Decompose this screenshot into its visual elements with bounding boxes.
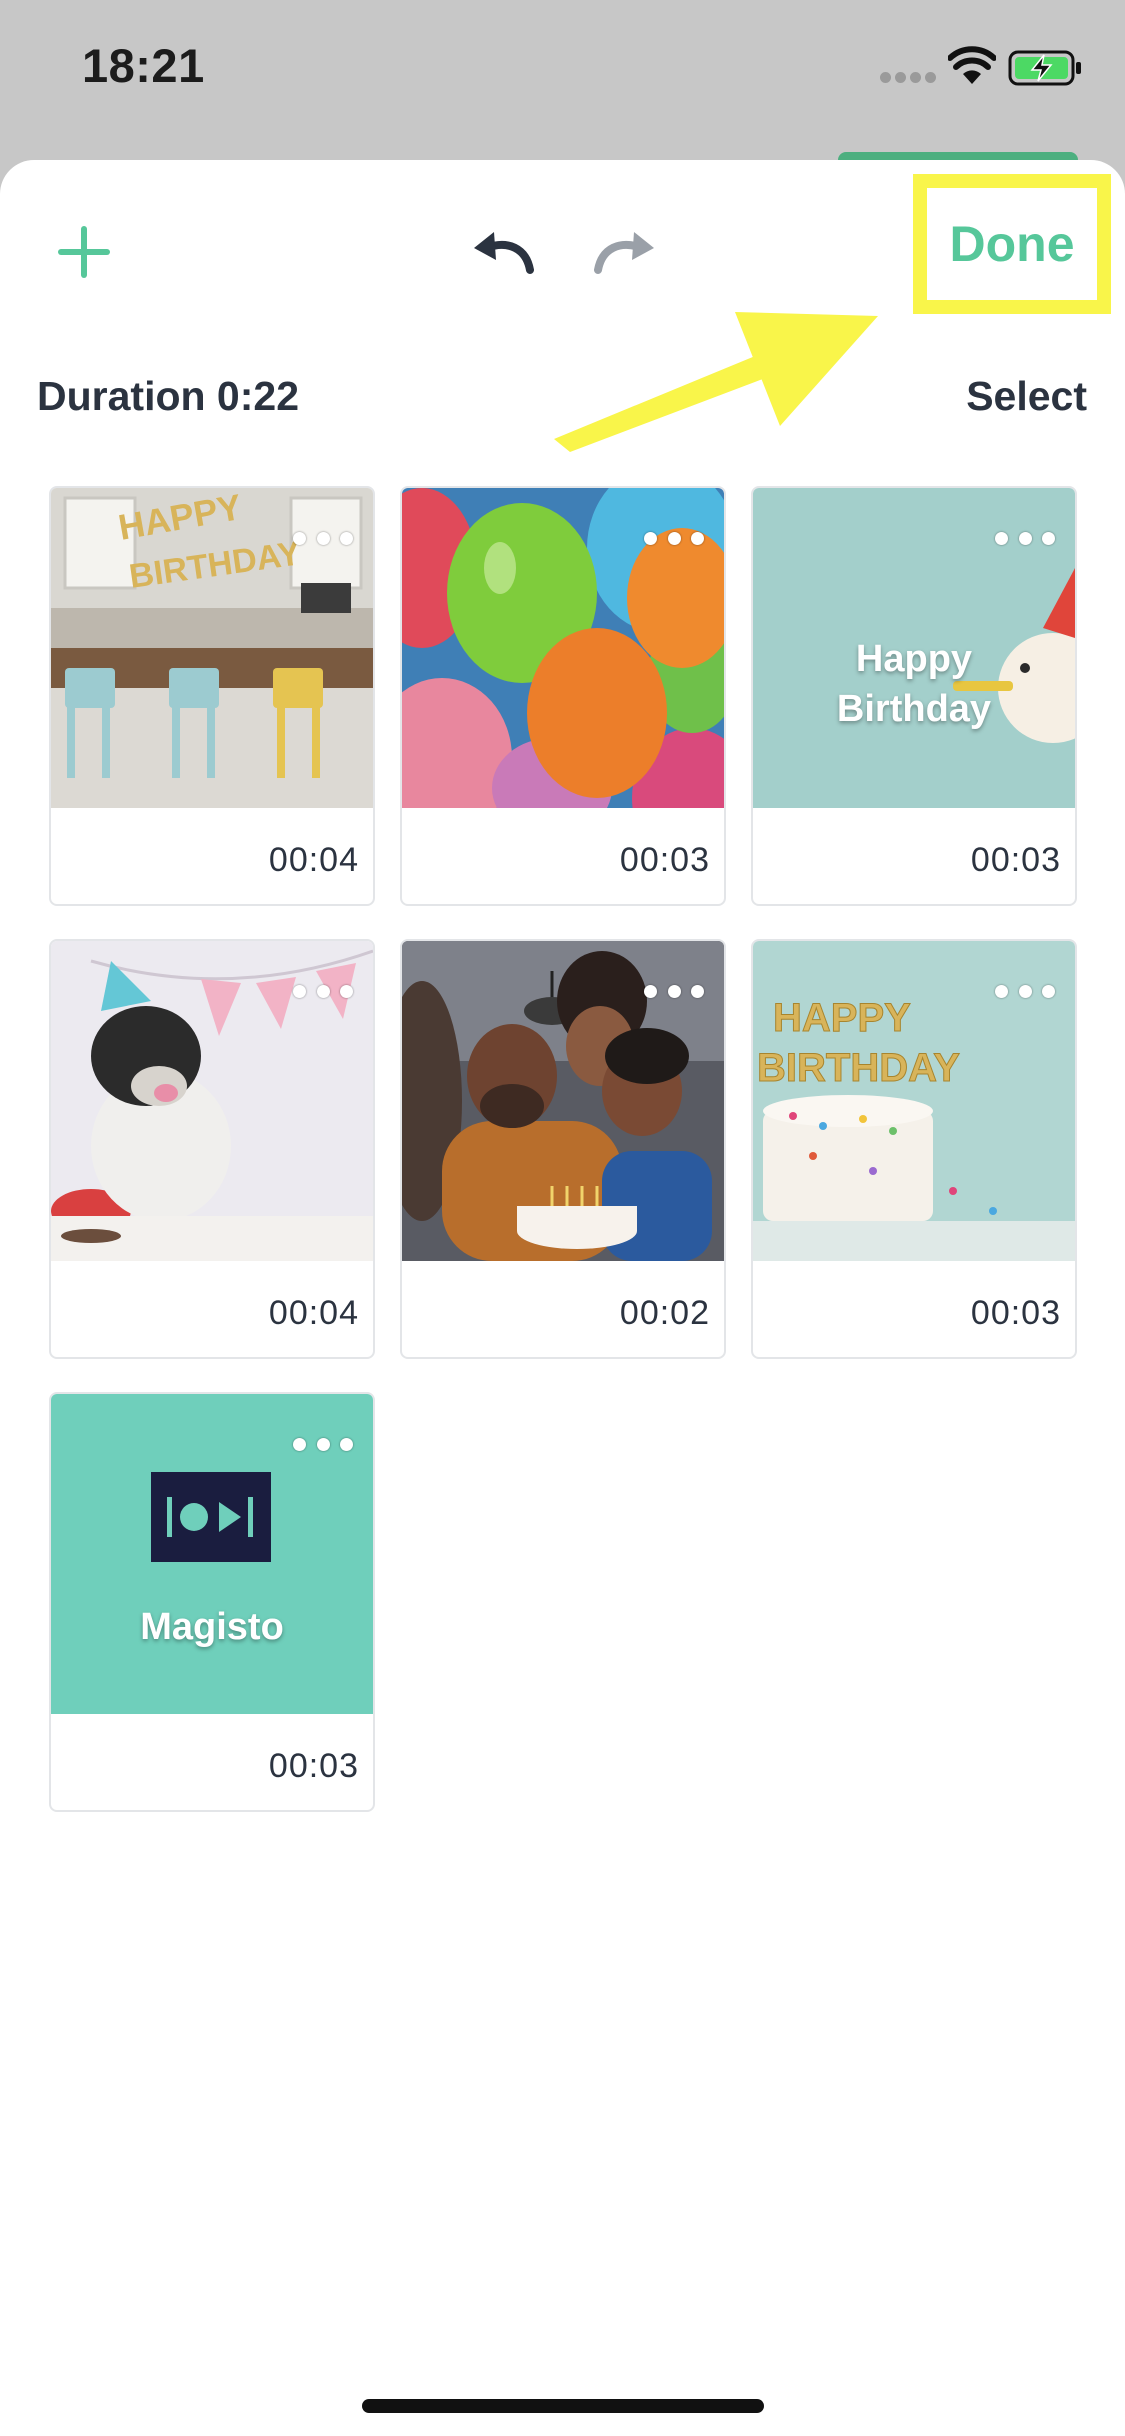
clip-card[interactable]: Happy Birthday 00:03 <box>751 486 1077 906</box>
magisto-caption: Magisto <box>140 1606 284 1648</box>
clip-card[interactable]: 00:02 <box>400 939 726 1359</box>
svg-text:HAPPY: HAPPY <box>773 996 911 1040</box>
cellular-signal-icon <box>880 72 936 84</box>
home-indicator <box>362 2399 764 2413</box>
more-options-icon[interactable] <box>293 1434 353 1454</box>
select-button[interactable]: Select <box>966 373 1087 420</box>
clip-duration: 00:03 <box>970 1294 1061 1332</box>
battery-charging-icon <box>1008 50 1081 86</box>
more-options-icon[interactable] <box>293 981 353 1001</box>
clip-duration: 00:03 <box>268 1747 359 1785</box>
clip-duration: 00:03 <box>619 841 710 879</box>
thumb-caption-line1: Happy <box>855 638 973 680</box>
more-options-icon[interactable] <box>995 528 1055 548</box>
clip-duration: 00:02 <box>619 1294 710 1332</box>
clip-card[interactable]: Magisto 00:03 <box>49 1392 375 1812</box>
clip-card[interactable]: HAPPY BIRTHDAY 00:04 <box>49 486 375 906</box>
status-time: 18:21 <box>82 39 205 92</box>
status-bar: 18:21 <box>0 0 1125 192</box>
clip-card[interactable]: HAPPY BIRTHDAY 00:03 <box>751 939 1077 1359</box>
duration-label: Duration 0:22 <box>37 373 299 419</box>
arrow-annotation-icon <box>554 312 878 452</box>
more-options-icon[interactable] <box>293 528 353 548</box>
plus-icon[interactable] <box>54 222 114 282</box>
more-options-icon[interactable] <box>644 981 704 1001</box>
done-button[interactable]: Done <box>913 174 1111 314</box>
wifi-icon <box>948 46 996 84</box>
clip-duration: 00:04 <box>268 841 359 879</box>
undo-arrow-icon[interactable] <box>468 226 538 276</box>
svg-text:BIRTHDAY: BIRTHDAY <box>757 1046 960 1090</box>
edit-sheet: Done Duration 0:22 Select HAPPY BIRTHDAY <box>0 160 1125 2436</box>
clip-duration: 00:04 <box>268 1294 359 1332</box>
more-options-icon[interactable] <box>644 528 704 548</box>
clip-duration: 00:03 <box>970 841 1061 879</box>
thumb-caption-line2: Birthday <box>836 688 992 730</box>
clip-card[interactable]: 00:04 <box>49 939 375 1359</box>
more-options-icon[interactable] <box>995 981 1055 1001</box>
clip-card[interactable]: 00:03 <box>400 486 726 906</box>
